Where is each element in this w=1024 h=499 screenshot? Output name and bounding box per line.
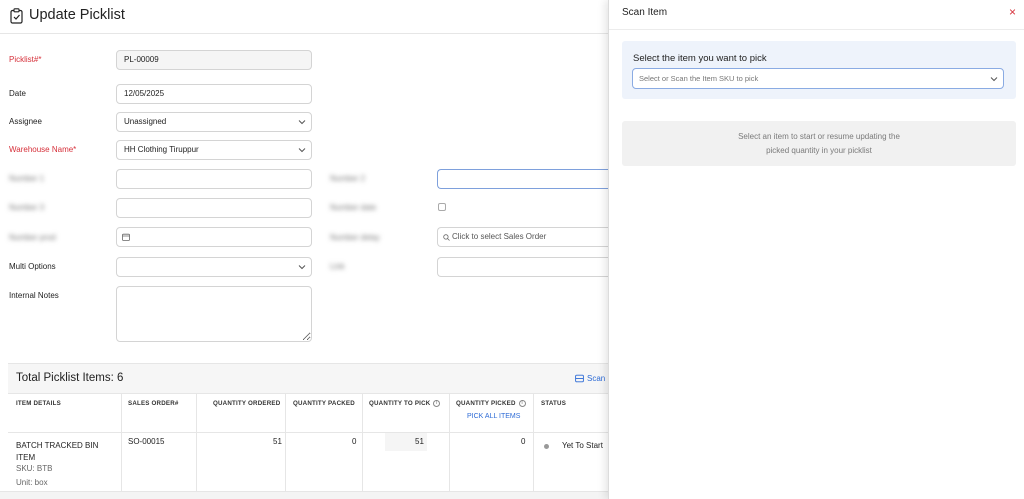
picklist-number-field[interactable]: PL-00009 <box>116 50 312 70</box>
internal-notes-textarea[interactable] <box>116 286 312 342</box>
item-sku-select[interactable]: Select or Scan the Item SKU to pick <box>632 68 1004 89</box>
table-header-bar: Total Picklist Items: 6 Scan <box>8 363 608 393</box>
scan-button[interactable]: Scan <box>575 374 605 383</box>
search-icon <box>443 234 450 241</box>
assignee-select[interactable]: Unassigned <box>116 112 312 132</box>
col-qty-picked: QUANTITY PICKED i <box>456 400 526 407</box>
chevron-down-icon <box>298 148 306 153</box>
col-sales-order: SALES ORDER# <box>128 400 179 407</box>
panel-title: Scan Item <box>622 7 668 18</box>
info-icon[interactable]: i <box>518 400 526 407</box>
custom-field-label-1: Number 1 <box>9 174 45 183</box>
empty-state-line-2: picked quantity in your picklist <box>766 146 872 155</box>
total-items-title: Total Picklist Items: 6 <box>16 372 124 384</box>
column-divider <box>285 393 286 493</box>
sales-order-placeholder: Click to select Sales Order <box>452 232 547 241</box>
table-divider <box>8 393 608 394</box>
col-qty-to-pick-label: QUANTITY TO PICK <box>369 400 431 408</box>
chevron-down-icon <box>298 265 306 270</box>
item-qty-ordered: 51 <box>273 437 282 446</box>
pick-item-label: Select the item you want to pick <box>633 53 767 64</box>
main-form: Update Picklist Picklist#* PL-00009 Date… <box>0 0 617 499</box>
column-divider <box>362 393 363 493</box>
pick-item-section: Select the item you want to pick Select … <box>622 41 1016 99</box>
sales-order-lookup[interactable]: Click to select Sales Order <box>437 227 617 247</box>
page-header: Update Picklist <box>0 0 608 34</box>
col-qty-to-pick: QUANTITY TO PICK i <box>369 400 441 408</box>
column-divider <box>121 393 122 493</box>
item-qty-to-pick: 51 <box>415 437 424 446</box>
calendar-icon <box>122 233 130 241</box>
custom-field-label-7: Link <box>330 262 345 271</box>
custom-field-label-6: Number delay <box>330 233 380 242</box>
pick-all-items-link[interactable]: PICK ALL ITEMS <box>467 413 520 420</box>
scan-icon <box>575 374 584 383</box>
warehouse-label: Warehouse Name* <box>9 145 77 154</box>
scan-item-panel: Scan Item × Select the item you want to … <box>608 0 1024 499</box>
warehouse-value: HH Clothing Tiruppur <box>124 145 199 154</box>
close-icon[interactable]: × <box>1009 5 1016 19</box>
item-qty-packed: 0 <box>352 437 357 446</box>
panel-divider <box>609 29 1024 30</box>
item-sku: SKU: BTB <box>16 464 53 473</box>
date-field[interactable]: 12/05/2025 <box>116 84 312 104</box>
chevron-down-icon <box>990 77 998 82</box>
col-qty-picked-label: QUANTITY PICKED <box>456 400 516 408</box>
custom-field-1[interactable] <box>116 169 312 189</box>
item-unit: Unit: box <box>16 478 48 487</box>
chevron-down-icon <box>298 120 306 125</box>
col-qty-packed: QUANTITY PACKED <box>293 400 355 407</box>
item-name: BATCH TRACKED BIN ITEM <box>16 441 99 462</box>
info-icon[interactable]: i <box>433 400 441 407</box>
item-qty-picked[interactable]: 0 <box>521 437 525 446</box>
col-qty-ordered: QUANTITY ORDERED <box>213 400 281 407</box>
clipboard-icon <box>10 8 23 24</box>
col-item-details: ITEM DETAILS <box>16 400 61 407</box>
internal-notes-label: Internal Notes <box>9 291 59 300</box>
column-divider <box>449 393 450 493</box>
assignee-value: Unassigned <box>124 117 167 126</box>
custom-field-label-4: Number date <box>330 203 377 212</box>
custom-field-label-5: Number prod <box>9 233 56 242</box>
warehouse-select[interactable]: HH Clothing Tiruppur <box>116 140 312 160</box>
column-divider <box>196 393 197 493</box>
item-sales-order: SO-00015 <box>128 437 165 446</box>
custom-field-2[interactable] <box>437 169 617 189</box>
custom-field-label-3: Number 3 <box>9 203 45 212</box>
custom-date-field[interactable] <box>116 227 312 247</box>
item-status: Yet To Start <box>562 441 603 450</box>
col-status: STATUS <box>541 400 567 407</box>
custom-field-label-2: Number 2 <box>330 174 366 183</box>
custom-field-3[interactable] <box>116 198 312 218</box>
empty-state-message: Select an item to start or resume updati… <box>622 121 1016 166</box>
date-label: Date <box>9 89 26 98</box>
multi-options-label: Multi Options <box>9 262 56 271</box>
multi-options-select[interactable] <box>116 257 312 277</box>
item-sku-placeholder: Select or Scan the Item SKU to pick <box>639 74 759 83</box>
bottom-bar <box>0 491 608 499</box>
scan-label: Scan <box>587 374 606 383</box>
column-divider <box>533 393 534 493</box>
custom-link-field[interactable] <box>437 257 617 277</box>
empty-state-line-1: Select an item to start or resume updati… <box>738 132 900 141</box>
picklist-label: Picklist#* <box>9 55 42 64</box>
status-dot <box>544 444 549 449</box>
table-divider <box>8 432 608 433</box>
page-title: Update Picklist <box>29 7 125 23</box>
custom-checkbox[interactable] <box>438 203 446 211</box>
assignee-label: Assignee <box>9 117 42 126</box>
